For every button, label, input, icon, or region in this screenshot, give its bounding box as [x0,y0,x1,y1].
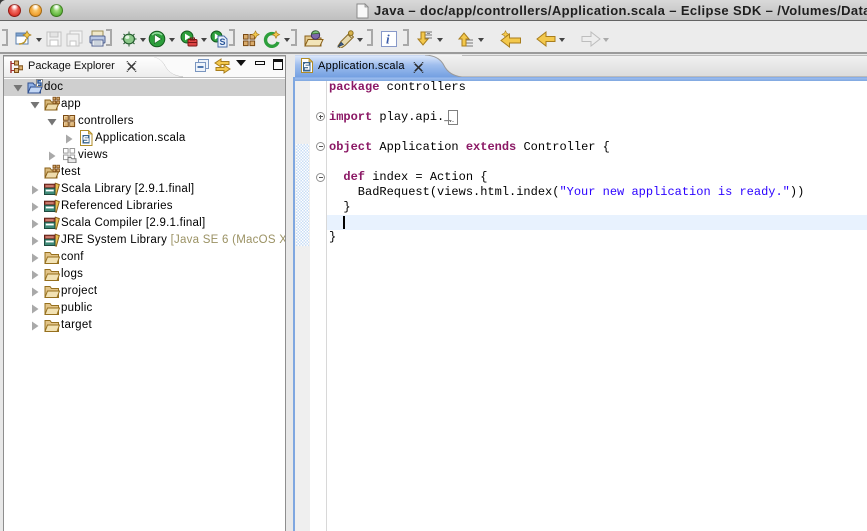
svg-text:i: i [386,32,390,47]
svg-text:S: S [220,37,226,47]
